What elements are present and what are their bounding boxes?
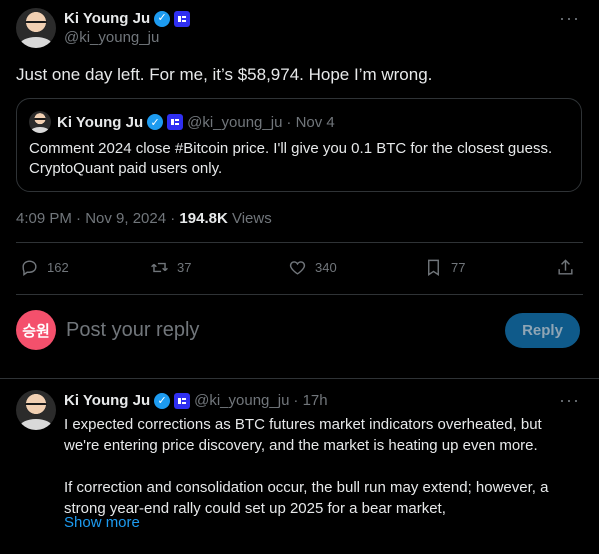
- retweet-action[interactable]: 37: [150, 258, 191, 277]
- quoted-text-line2: CryptoQuant paid users only.: [29, 160, 223, 177]
- quoted-date: · Nov 4: [286, 113, 335, 131]
- quoted-author-avatar: [29, 111, 51, 133]
- retweet-count: 37: [177, 260, 192, 275]
- reply-text: I expected corrections as BTC futures ma…: [64, 414, 576, 540]
- user-avatar[interactable]: 승원: [16, 310, 56, 350]
- share-action[interactable]: [556, 258, 583, 277]
- tweet-text: Just one day left. For me, it’s $58,974.…: [16, 65, 433, 84]
- more-options-icon[interactable]: ···: [559, 390, 580, 411]
- verified-badge-icon: ✓: [154, 10, 171, 27]
- reply-input[interactable]: Post your reply: [66, 319, 199, 342]
- reply-icon: [22, 260, 37, 277]
- author-handle[interactable]: @ki_young_ju: [64, 28, 190, 47]
- reply-paragraph: If correction and consolidation occur, t…: [64, 479, 549, 517]
- show-more-link[interactable]: Show more: [64, 514, 140, 531]
- verified-badge-icon: ✓: [154, 392, 171, 409]
- tweet-meta: 4:09 PM · Nov 9, 2024 · 194.8K Views: [16, 210, 272, 227]
- views-count: 194.8K: [179, 210, 228, 227]
- section-divider: [0, 378, 599, 379]
- heart-icon: [289, 261, 306, 275]
- bookmark-count: 77: [451, 260, 466, 275]
- reply-count: 162: [47, 260, 69, 275]
- affiliation-badge-icon: [167, 114, 184, 130]
- reply-button[interactable]: Reply: [505, 313, 580, 348]
- divider: [16, 242, 583, 243]
- reply-paragraph: I expected corrections as BTC futures ma…: [64, 416, 542, 454]
- like-count: 340: [315, 260, 337, 275]
- main-tweet-header: Ki Young Ju ✓ @ki_young_ju ···: [16, 6, 584, 50]
- quoted-tweet[interactable]: Ki Young Ju ✓ @ki_young_ju · Nov 4 Comme…: [16, 98, 582, 192]
- reply-author-avatar[interactable]: [16, 390, 56, 430]
- author-name[interactable]: Ki Young Ju: [64, 9, 150, 28]
- like-action[interactable]: 340: [288, 258, 337, 277]
- author-avatar[interactable]: [16, 8, 56, 48]
- bookmark-icon: [428, 259, 439, 276]
- affiliation-badge-icon[interactable]: [174, 10, 191, 27]
- share-icon: [558, 259, 573, 275]
- views-label: Views: [231, 210, 272, 227]
- divider: [16, 294, 583, 295]
- tweet-timestamp[interactable]: 4:09 PM · Nov 9, 2024 ·: [16, 210, 179, 227]
- reply-author-name[interactable]: Ki Young Ju: [64, 392, 150, 409]
- reply-author-handle[interactable]: @ki_young_ju: [194, 392, 289, 409]
- reply-time[interactable]: · 17h: [293, 392, 327, 409]
- verified-badge-icon: ✓: [147, 114, 164, 130]
- affiliation-badge-icon[interactable]: [174, 392, 191, 409]
- tweet-actions: 162 37 340 77: [16, 258, 582, 282]
- quoted-author-handle: @ki_young_ju: [187, 113, 283, 131]
- quoted-author-name: Ki Young Ju: [57, 113, 144, 131]
- more-options-icon[interactable]: ···: [559, 8, 580, 29]
- reply-action[interactable]: 162: [20, 258, 69, 277]
- reply-composer: 승원 Post your reply Reply: [16, 308, 582, 352]
- bookmark-action[interactable]: 77: [424, 258, 465, 277]
- retweet-icon: [151, 262, 168, 273]
- tweet-page: Ki Young Ju ✓ @ki_young_ju ··· Just one …: [0, 0, 599, 554]
- quoted-text-line1: Comment 2024 close #Bitcoin price. I'll …: [29, 140, 553, 157]
